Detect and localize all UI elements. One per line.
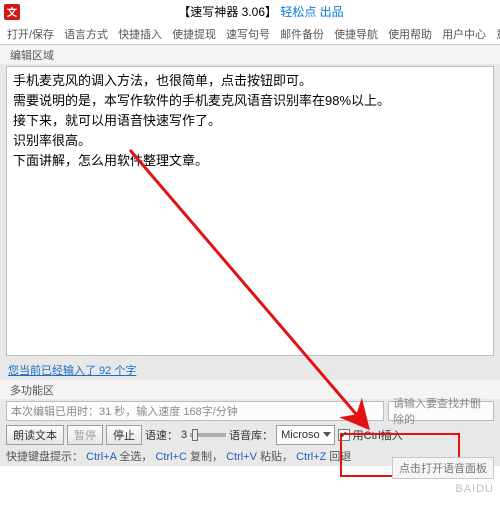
voice-bank-select[interactable]: Microso	[276, 425, 335, 445]
search-delete-input[interactable]: 请输入要查找并删除的	[388, 401, 494, 421]
slider-thumb-icon	[192, 429, 198, 441]
title-brand: 轻松点 出品	[280, 5, 343, 19]
read-text-button[interactable]: 朗读文本	[6, 425, 64, 445]
counter-row: 您当前已经输入了 92 个字	[0, 358, 500, 380]
edit-area-label: 编辑区域	[0, 45, 500, 64]
editor-line: 接下来，就可以用语音快速写作了。	[13, 111, 487, 131]
watermark: BAIDU	[455, 483, 494, 495]
menu-bar: 打开/保存 语言方式 快捷插入 使捷提现 速写句号 邮件备份 使捷导航 使用帮助…	[0, 23, 500, 45]
kbd: Ctrl+C	[155, 451, 186, 463]
menu-open-save[interactable]: 打开/保存	[2, 24, 59, 44]
voice-bank-label: 语音库：	[229, 427, 273, 443]
open-voice-panel-button[interactable]: 点击打开语音面板	[392, 457, 494, 479]
menu-quick-nav[interactable]: 使捷导航	[329, 24, 383, 44]
pause-button[interactable]: 暂停	[67, 425, 103, 445]
app-title: 【速写神器 3.06】 轻松点 出品	[26, 3, 496, 20]
menu-period[interactable]: 速写句号	[221, 24, 275, 44]
stop-button[interactable]: 停止	[106, 425, 142, 445]
editor-textarea[interactable]: 手机麦克风的调入方法，也很简单，点击按钮即可。 需要说明的是，本写作软件的手机麦…	[6, 66, 494, 356]
ctrl-insert-checkbox[interactable]: ✔	[338, 429, 350, 441]
hint-prefix: 快捷键盘提示：	[6, 451, 83, 463]
hint-text: 复制，	[187, 451, 223, 463]
menu-user-center[interactable]: 用户中心	[437, 24, 491, 44]
speed-value: 3	[181, 429, 187, 441]
ctrl-insert-label: 用Ctrl插入	[353, 427, 403, 443]
app-icon: 文	[4, 4, 20, 20]
controls-row: 朗读文本 暂停 停止 语速： 3 语音库： Microso ✔ 用Ctrl插入	[6, 425, 494, 445]
menu-help[interactable]: 使用帮助	[383, 24, 437, 44]
menu-mail-backup[interactable]: 邮件备份	[275, 24, 329, 44]
hint-text: 全选，	[116, 451, 152, 463]
kbd: Ctrl+A	[86, 451, 116, 463]
editor-line: 手机麦克风的调入方法，也很简单，点击按钮即可。	[13, 71, 487, 91]
menu-quick-pick[interactable]: 使捷提现	[167, 24, 221, 44]
hint-text: 回退	[326, 451, 351, 463]
menu-lang[interactable]: 语言方式	[59, 24, 113, 44]
editor-container: 手机麦克风的调入方法，也很简单，点击按钮即可。 需要说明的是，本写作软件的手机麦…	[0, 64, 500, 358]
kbd: Ctrl+Z	[296, 451, 326, 463]
menu-feedback[interactable]: 意见反馈	[491, 24, 500, 44]
editor-line: 识别率很高。	[13, 131, 487, 151]
kbd: Ctrl+V	[226, 451, 257, 463]
status-field: 本次编辑已用时：31 秒，输入速度 168字/分钟	[6, 401, 384, 421]
title-bar: 文 【速写神器 3.06】 轻松点 出品	[0, 0, 500, 23]
char-counter-link[interactable]: 您当前已经输入了 92 个字	[8, 365, 136, 377]
menu-quick-insert[interactable]: 快捷插入	[113, 24, 167, 44]
hint-text: 粘贴，	[257, 451, 293, 463]
speed-label: 语速：	[145, 427, 178, 443]
title-main: 【速写神器 3.06】	[178, 5, 277, 19]
editor-line: 下面讲解，怎么用软件整理文章。	[13, 151, 487, 171]
editor-line: 需要说明的是，本写作软件的手机麦克风语音识别率在98%以上。	[13, 91, 487, 111]
speed-slider[interactable]	[190, 433, 226, 437]
multi-function-box: 本次编辑已用时：31 秒，输入速度 168字/分钟 请输入要查找并删除的 朗读文…	[0, 399, 500, 466]
